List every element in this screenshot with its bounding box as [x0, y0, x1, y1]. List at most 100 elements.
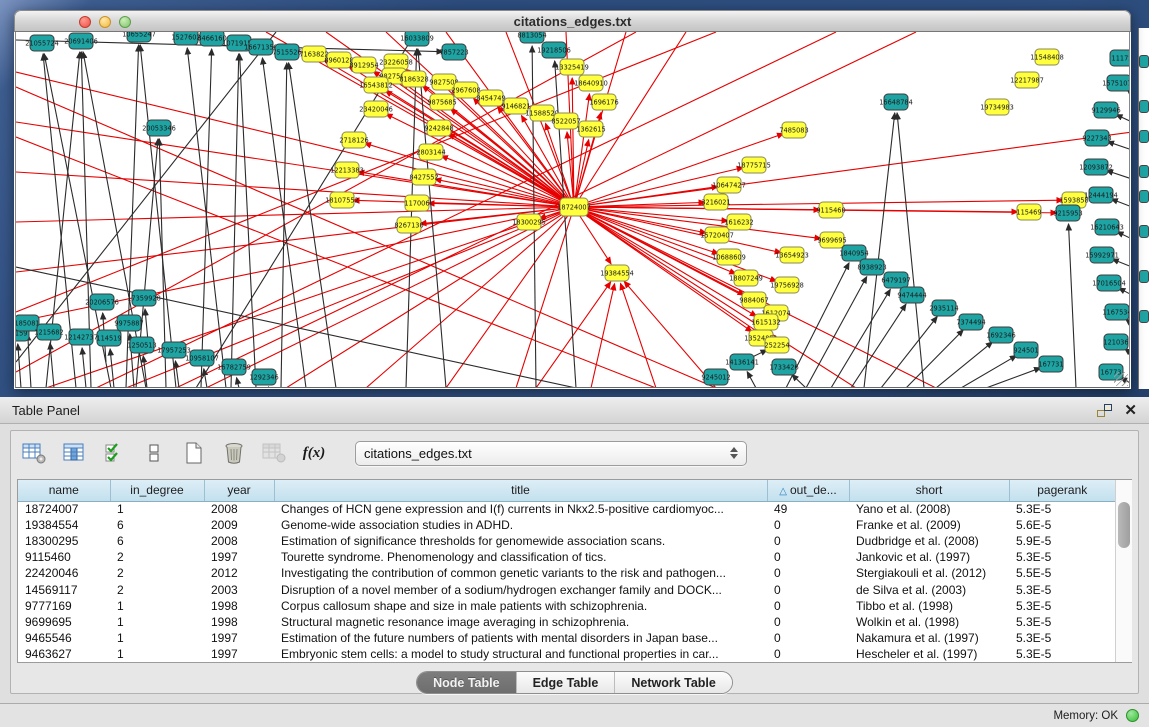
graph-node[interactable]: 13654923 — [775, 247, 809, 263]
graph-node[interactable]: 19218506 — [537, 42, 571, 58]
graph-node[interactable]: 19734983 — [980, 99, 1014, 115]
graph-node[interactable]: 1733426 — [769, 359, 798, 375]
table-row[interactable]: 911546021997Tourette syndrome. Phenomeno… — [18, 549, 1115, 565]
graph-node[interactable]: 2935114 — [929, 300, 958, 316]
graph-node[interactable]: 2803144 — [416, 144, 445, 160]
graph-node[interactable]: 21055724 — [25, 35, 59, 51]
graph-node[interactable]: 10655247 — [122, 32, 156, 42]
network-canvas[interactable]: 2105572420691406106552471527602846616010… — [15, 32, 1130, 388]
graph-node[interactable]: 1250513 — [127, 337, 156, 353]
graph-node[interactable]: 16033809 — [400, 32, 434, 46]
graph-node[interactable]: 3216021 — [701, 194, 730, 210]
graph-node[interactable]: 9129946 — [1091, 102, 1120, 118]
table-row[interactable]: 977716911998Corpus callosum shape and si… — [18, 598, 1115, 614]
graph-node[interactable]: 18775715 — [737, 157, 771, 173]
graph-node[interactable]: 167731 — [1038, 356, 1063, 372]
graph-node[interactable]: 17359928 — [127, 290, 161, 306]
scrollbar-thumb[interactable] — [1118, 502, 1130, 548]
delete-table-icon[interactable] — [221, 440, 247, 466]
graph-node[interactable]: 14136141 — [725, 354, 759, 370]
graph-node[interactable]: 20691406 — [64, 33, 98, 49]
graph-node[interactable]: 11548408 — [1030, 49, 1064, 65]
graph-node[interactable]: 16648784 — [879, 94, 913, 110]
graph-node[interactable]: 20206576 — [85, 294, 119, 310]
row-height-icon[interactable] — [141, 440, 167, 466]
table-row[interactable]: 1872400712008Changes of HCN gene express… — [18, 501, 1115, 517]
graph-node[interactable]: 9875685 — [427, 94, 456, 110]
graph-node[interactable]: 8912954 — [349, 57, 378, 73]
graph-node[interactable]: 9215953 — [1053, 205, 1082, 221]
close-window-button[interactable] — [79, 16, 91, 28]
column-chooser-icon[interactable] — [61, 440, 87, 466]
graph-node[interactable]: 8938923 — [857, 259, 886, 275]
graph-node[interactable]: 1362615 — [576, 121, 605, 137]
graph-node[interactable]: 8186328 — [399, 71, 428, 87]
column-header[interactable]: name — [18, 480, 110, 501]
tab-edge-table[interactable]: Edge Table — [516, 672, 615, 693]
graph-node[interactable]: 252254 — [764, 337, 789, 353]
graph-node[interactable]: 20053346 — [142, 120, 176, 136]
graph-node[interactable]: 10958107 — [185, 350, 219, 366]
graph-node[interactable]: 2718126 — [339, 132, 368, 148]
import-table-icon[interactable] — [261, 440, 287, 466]
graph-node[interactable]: 9474444 — [897, 287, 926, 303]
graph-node[interactable]: 1292346 — [249, 369, 278, 385]
graph-node[interactable]: 16210643 — [1090, 219, 1124, 235]
graph-node[interactable]: 8427552 — [409, 169, 438, 185]
table-row[interactable]: 1830029562008Estimation of significance … — [18, 533, 1115, 549]
graph-node[interactable]: 1692346 — [986, 327, 1015, 343]
column-header[interactable]: pagerank — [1009, 480, 1115, 501]
graph-node[interactable]: 23420046 — [359, 101, 393, 117]
graph-node[interactable]: 12213383 — [330, 162, 364, 178]
graph-node[interactable]: 1167534 — [1102, 304, 1130, 320]
graph-node[interactable]: 9245012 — [701, 369, 730, 385]
graph-node[interactable]: 10688609 — [712, 249, 746, 265]
graph-node[interactable]: 19384554 — [600, 265, 634, 281]
table-row[interactable]: 946554611997Estimation of the future num… — [18, 630, 1115, 646]
graph-node[interactable]: 18724007 — [557, 198, 591, 216]
graph-node[interactable]: 15992971 — [1085, 247, 1119, 263]
graph-node[interactable]: 6479197 — [881, 272, 910, 288]
graph-node[interactable]: 12093872 — [1079, 159, 1113, 175]
graph-node[interactable]: 121036 — [1103, 334, 1128, 350]
graph-node[interactable]: 1215682 — [34, 324, 63, 340]
graph-node[interactable]: 1616232 — [724, 214, 753, 230]
maximize-window-button[interactable] — [119, 16, 131, 28]
table-selector-dropdown[interactable]: citations_edges.txt — [355, 441, 747, 466]
resize-grip-icon[interactable] — [1114, 372, 1128, 386]
network-window-titlebar[interactable]: citations_edges.txt — [14, 10, 1131, 32]
graph-node[interactable]: 19756928 — [770, 277, 804, 293]
table-scrollbar[interactable] — [1115, 480, 1132, 662]
graph-node[interactable]: 117006 — [404, 195, 429, 211]
graph-node[interactable]: 924501 — [1013, 342, 1038, 358]
graph-node[interactable]: 11172 — [1110, 50, 1130, 66]
graph-node[interactable]: 9884067 — [739, 292, 768, 308]
graph-node[interactable]: 9227343 — [1082, 130, 1111, 146]
minimize-window-button[interactable] — [99, 16, 111, 28]
new-table-icon[interactable] — [181, 440, 207, 466]
graph-node[interactable]: 16782759 — [217, 359, 251, 375]
table-row[interactable]: 1456911722003Disruption of a novel membe… — [18, 581, 1115, 597]
graph-node[interactable]: 18300295 — [512, 214, 546, 230]
graph-node[interactable]: 18807249 — [729, 270, 763, 286]
table-settings-icon[interactable] — [21, 440, 47, 466]
graph-node[interactable]: 17016504 — [1092, 275, 1126, 291]
graph-node[interactable]: 7374494 — [956, 314, 985, 330]
graph-node[interactable]: 9242848 — [424, 120, 453, 136]
table-row[interactable]: 2242004622012Investigating the contribut… — [18, 565, 1115, 581]
graph-node[interactable]: 15751074 — [1102, 75, 1130, 91]
float-panel-icon[interactable] — [1097, 404, 1112, 417]
graph-node[interactable]: 1527602 — [171, 32, 200, 45]
table-row[interactable]: 946362711997Embryonic stem cells: a mode… — [18, 646, 1115, 662]
graph-node[interactable]: 7515526 — [272, 44, 301, 60]
graph-node[interactable]: 16543812 — [359, 77, 393, 93]
graph-node[interactable]: 7857223 — [439, 44, 468, 60]
close-panel-icon[interactable]: ✕ — [1124, 403, 1137, 418]
graph-node[interactable]: 9975887 — [114, 315, 143, 331]
graph-node[interactable]: 10647427 — [712, 177, 746, 193]
graph-node[interactable]: 12142737 — [64, 329, 98, 345]
graph-node[interactable]: 7485083 — [779, 122, 808, 138]
graph-node[interactable]: 1615132 — [751, 314, 780, 330]
tab-network-table[interactable]: Network Table — [614, 672, 732, 693]
graph-node[interactable]: 9115460 — [816, 202, 845, 218]
